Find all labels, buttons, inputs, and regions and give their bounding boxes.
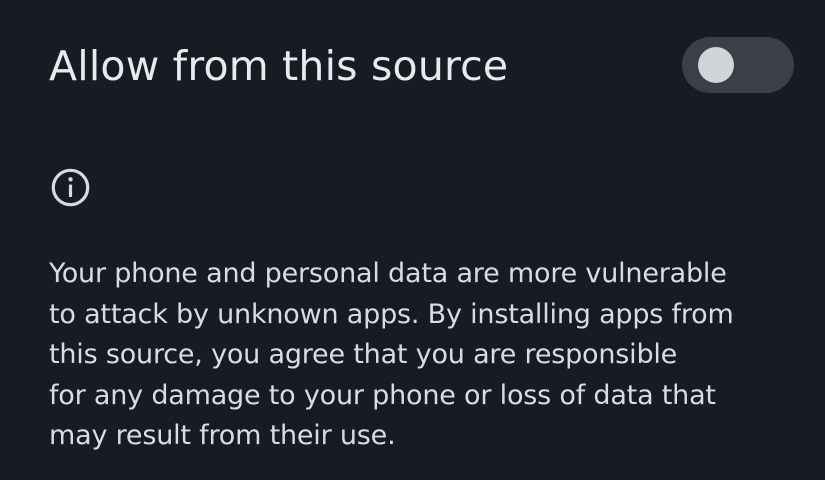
info-icon [51, 168, 90, 207]
warning-text: Your phone and personal data are more vu… [49, 258, 734, 451]
setting-title: Allow from this source [49, 42, 509, 90]
allow-from-source-row[interactable]: Allow from this source [0, 0, 825, 130]
toggle-thumb [698, 47, 734, 83]
allow-source-toggle[interactable] [682, 37, 794, 93]
